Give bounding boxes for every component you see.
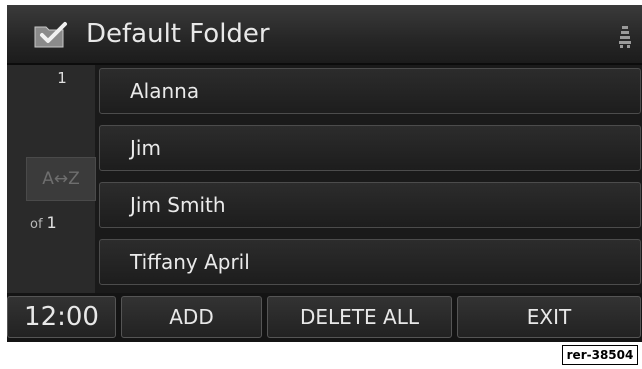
phonebook-screen: Default Folder 1 A↔Z of 1 Alanna Jim Jim … <box>7 5 642 342</box>
contact-entry-tiffany-april[interactable]: Tiffany April <box>99 239 641 285</box>
contact-entry-alanna[interactable]: Alanna <box>99 68 641 114</box>
clock-button[interactable]: 12:00 <box>7 296 116 338</box>
page-count: of 1 <box>30 213 57 232</box>
page-total-number: 1 <box>46 213 57 232</box>
exit-button[interactable]: EXIT <box>457 296 641 338</box>
delete-all-button[interactable]: DELETE ALL <box>267 296 452 338</box>
sort-az-button[interactable]: A↔Z <box>26 157 96 201</box>
folder-check-icon <box>34 22 67 48</box>
page-title: Default Folder <box>86 19 270 49</box>
contact-name: Alanna <box>130 79 200 103</box>
add-button[interactable]: ADD <box>121 296 262 338</box>
contact-name: Tiffany April <box>130 250 250 274</box>
contact-name: Jim Smith <box>130 193 226 217</box>
signal-icon <box>619 26 631 48</box>
page-of-label: of <box>30 217 43 232</box>
header-bar: Default Folder <box>7 5 642 65</box>
contact-name: Jim <box>130 136 161 160</box>
contact-entry-jim[interactable]: Jim <box>99 125 641 171</box>
bottom-bar: 12:00 ADD DELETE ALL EXIT <box>7 293 642 342</box>
contact-entry-jim-smith[interactable]: Jim Smith <box>99 182 641 228</box>
figure-reference-label: rer-38504 <box>562 345 638 365</box>
